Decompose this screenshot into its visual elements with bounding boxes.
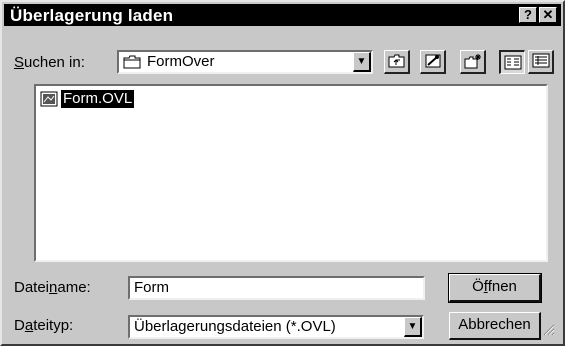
details-view-icon (532, 53, 550, 73)
open-button-b: fnen (487, 278, 517, 295)
open-button[interactable]: Öffnen (448, 273, 542, 303)
new-folder-icon (464, 53, 482, 74)
file-name-input[interactable]: Form (128, 276, 425, 300)
chevron-down-icon: ▼ (356, 56, 367, 67)
file-type-label: Dateityp: (14, 317, 73, 334)
up-one-level-button[interactable] (384, 50, 410, 74)
overlay-file-icon (40, 91, 58, 112)
folder-icon (123, 55, 141, 74)
open-button-a: Ö (472, 278, 484, 295)
list-view-button[interactable] (499, 50, 525, 74)
file-name-label: Form.OVL (61, 90, 135, 108)
favorites-icon (424, 53, 442, 74)
file-name-label-a: Datei (14, 279, 50, 296)
file-name-label-b: ame: (57, 279, 91, 296)
close-button[interactable]: ✕ (539, 7, 557, 23)
title-bar[interactable]: Überlagerung laden ? ✕ (4, 4, 561, 26)
look-in-label: Suchen in: (14, 54, 85, 71)
resize-grip-icon[interactable] (541, 322, 555, 336)
look-in-label-accel: S (14, 54, 25, 71)
cancel-button[interactable]: Abbrechen (449, 312, 541, 340)
file-type-combo[interactable]: Überlagerungsdateien (*.OVL) ▼ (128, 315, 424, 339)
list-view-icon (504, 55, 522, 75)
dialog-title: Überlagerung laden (10, 6, 174, 25)
new-folder-button[interactable] (460, 50, 486, 74)
file-name-label: Dateiname: (14, 279, 91, 296)
file-type-value: Überlagerungsdateien (*.OVL) (134, 318, 336, 335)
up-folder-icon (388, 53, 406, 74)
file-type-label-a: D (14, 317, 25, 334)
file-name-value: Form (134, 279, 169, 296)
chevron-down-icon: ▼ (407, 321, 418, 332)
look-in-label-text: uchen in: (24, 54, 85, 71)
file-type-dropdown-button[interactable]: ▼ (404, 317, 422, 337)
file-type-label-accel: a (24, 317, 34, 334)
favorites-button[interactable] (420, 50, 446, 74)
open-overlay-dialog: Überlagerung laden ? ✕ Suchen in: FormOv… (0, 0, 565, 346)
help-button[interactable]: ? (519, 7, 537, 23)
dialog-shadow (565, 6, 572, 353)
look-in-dropdown-button[interactable]: ▼ (353, 52, 371, 72)
details-view-button[interactable] (528, 50, 554, 74)
look-in-combo[interactable]: FormOver ▼ (117, 50, 373, 74)
look-in-value: FormOver (147, 53, 215, 70)
file-type-label-b: teityp: (33, 317, 74, 334)
file-list[interactable] (34, 84, 548, 262)
